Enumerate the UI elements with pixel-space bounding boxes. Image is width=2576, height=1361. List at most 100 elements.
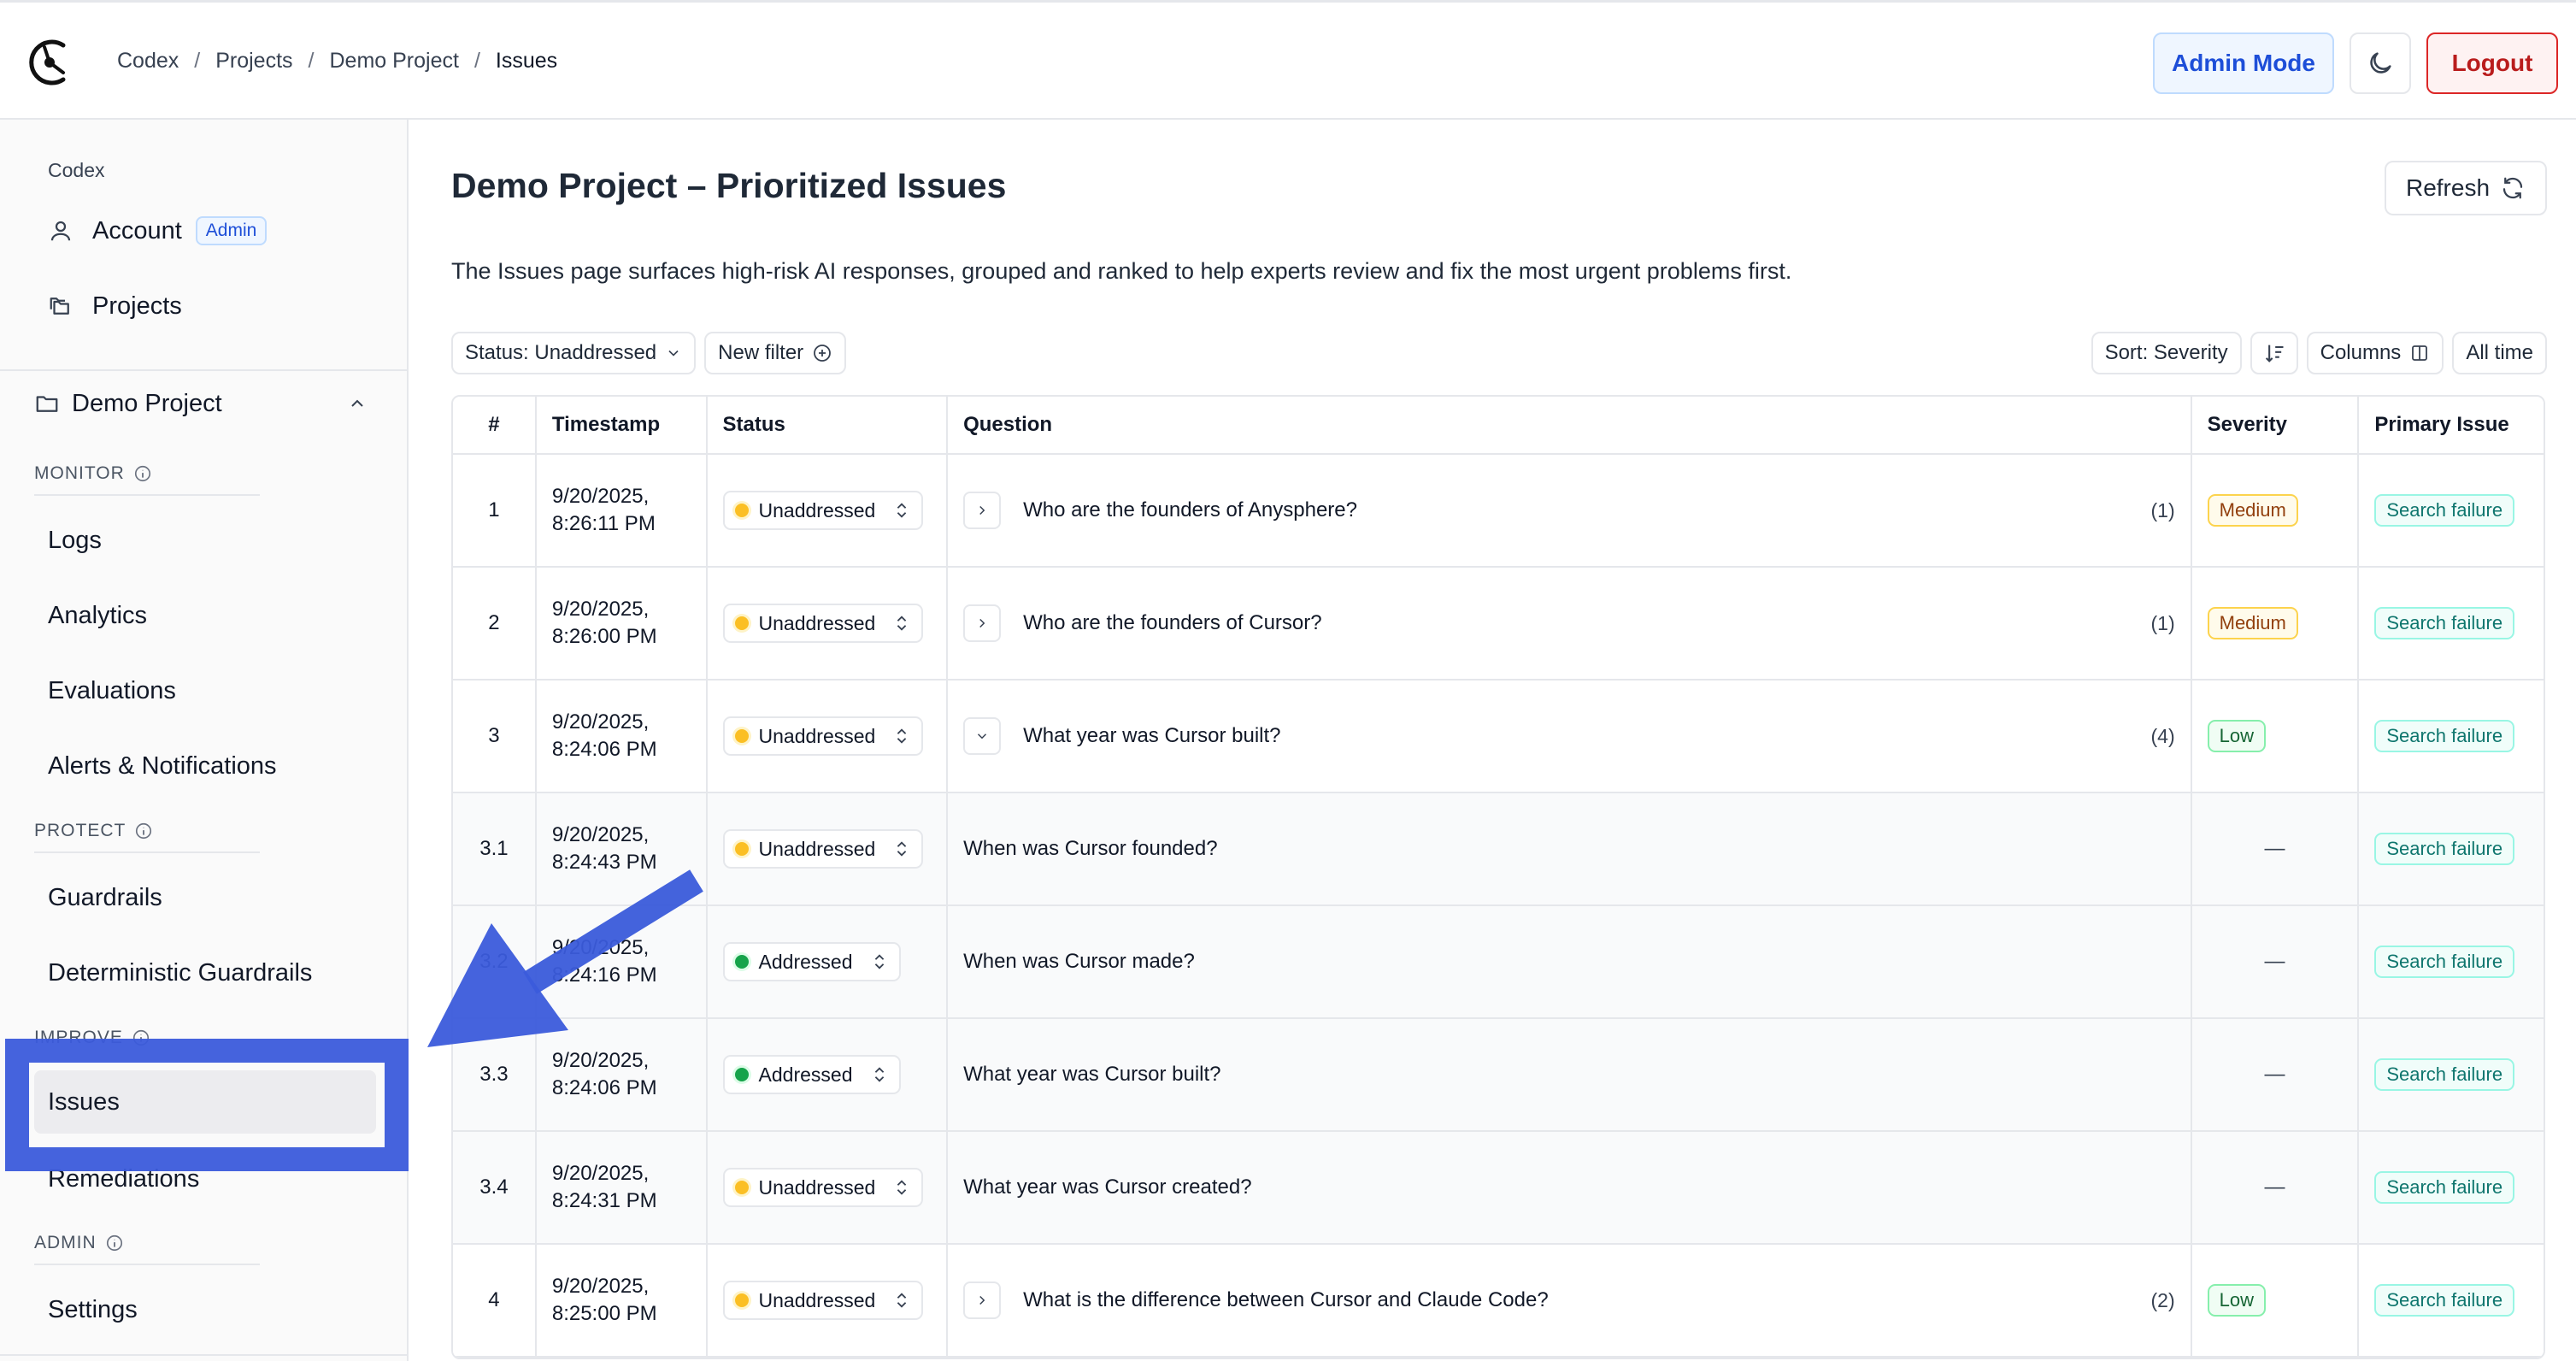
section-admin: ADMIN (34, 1233, 124, 1253)
main-content: Demo Project – Prioritized Issues Refres… (410, 120, 2576, 1361)
chevrons-up-down-icon (884, 501, 911, 520)
row-severity: — (2192, 906, 2360, 1017)
chevron-right-icon[interactable] (963, 492, 1002, 529)
column-header-number[interactable]: # (453, 397, 537, 453)
new-filter-button[interactable]: New filter (704, 332, 847, 374)
sidebar-item-evaluations[interactable]: Evaluations (34, 659, 376, 722)
sort-button[interactable]: Sort: Severity (2091, 332, 2242, 374)
sidebar-item-alerts[interactable]: Alerts & Notifications (34, 734, 376, 798)
sidebar: Codex Account Admin Projects Demo Projec… (0, 120, 409, 1361)
admin-mode-button[interactable]: Admin Mode (2153, 32, 2334, 94)
row-status: Addressed (708, 1019, 949, 1130)
status-dropdown[interactable]: Unaddressed (722, 829, 924, 869)
table-row[interactable]: 2 9/20/2025, 8:26:00 PM Unaddressed Who are … (453, 568, 2544, 680)
breadcrumb-projects[interactable]: Projects (215, 49, 292, 74)
codex-logo-icon[interactable] (26, 35, 74, 90)
time-range-button[interactable]: All time (2452, 332, 2547, 374)
chip-label: All time (2466, 341, 2533, 364)
status-dot-icon (734, 955, 749, 969)
status-dropdown[interactable]: Addressed (722, 942, 901, 981)
project-selector[interactable]: Demo Project (34, 378, 376, 429)
sidebar-item-settings[interactable]: Settings (34, 1278, 376, 1341)
primary-issue-badge: Search failure (2374, 1171, 2515, 1204)
sidebar-item-guardrails[interactable]: Guardrails (34, 866, 376, 929)
question-text: When was Cursor made? (963, 950, 1195, 973)
severity-badge: Medium (2207, 494, 2298, 527)
row-question: When was Cursor made? (948, 906, 2192, 1017)
status-dot-icon (734, 1293, 749, 1307)
chevrons-up-down-icon (884, 727, 911, 745)
sort-direction-button[interactable] (2250, 332, 2298, 374)
logout-button[interactable]: Logout (2426, 32, 2558, 94)
breadcrumb-separator: / (473, 49, 480, 73)
sidebar-item-analytics[interactable]: Analytics (34, 584, 376, 647)
chevron-down-icon[interactable] (963, 717, 1002, 755)
status-dot-icon (734, 1181, 749, 1194)
table-row[interactable]: 4 9/20/2025, 8:25:00 PM Unaddressed What is … (453, 1245, 2544, 1358)
chip-label: New filter (718, 341, 804, 364)
table-row[interactable]: 3.1 9/20/2025, 8:24:43 PM Unaddressed When w… (453, 793, 2544, 906)
row-primary-issue: Search failure (2359, 1132, 2544, 1243)
breadcrumb-codex[interactable]: Codex (117, 49, 179, 74)
status-dot-icon (734, 616, 749, 630)
highlight-arrow-icon (427, 869, 703, 1047)
status-dropdown[interactable]: Unaddressed (722, 716, 924, 756)
row-status: Unaddressed (708, 793, 949, 904)
chevron-right-icon[interactable] (963, 604, 1002, 642)
column-header-status[interactable]: Status (708, 397, 949, 453)
column-header-timestamp[interactable]: Timestamp (537, 397, 708, 453)
table-row[interactable]: 3 9/20/2025, 8:24:06 PM Unaddressed What yea… (453, 680, 2544, 793)
row-timestamp: 9/20/2025, 8:25:00 PM (537, 1245, 708, 1356)
timestamp-date: 9/20/2025, (551, 1162, 650, 1185)
status-filter-dropdown[interactable]: Status: Unaddressed (451, 332, 697, 374)
status-label: Unaddressed (758, 611, 876, 634)
row-primary-issue: Search failure (2359, 568, 2544, 679)
table-row[interactable]: 3.3 9/20/2025, 8:24:06 PM Addressed What yea… (453, 1019, 2544, 1132)
filter-bar: Status: Unaddressed New filter (451, 332, 847, 374)
status-dot-icon (734, 1068, 749, 1081)
info-icon[interactable] (133, 464, 152, 483)
chevron-up-icon[interactable] (347, 393, 368, 414)
row-severity: Low (2192, 1245, 2360, 1356)
sidebar-item-logs[interactable]: Logs (34, 509, 376, 572)
sidebar-divider (0, 369, 409, 371)
section-label: MONITOR (34, 463, 125, 483)
timestamp-date: 9/20/2025, (551, 1275, 650, 1298)
chip-label: Sort: Severity (2104, 341, 2228, 364)
table-row[interactable]: 3.4 9/20/2025, 8:24:31 PM Unaddressed What y… (453, 1132, 2544, 1245)
sidebar-item-projects[interactable]: Projects (34, 276, 376, 336)
sort-descending-icon (2265, 345, 2284, 362)
row-question: What year was Cursor created? (948, 1132, 2192, 1243)
status-dropdown[interactable]: Unaddressed (722, 491, 924, 530)
columns-button[interactable]: Columns (2306, 332, 2444, 374)
breadcrumb-demo-project[interactable]: Demo Project (329, 49, 458, 74)
breadcrumb-issues: Issues (495, 49, 558, 73)
table-row[interactable]: 3.29/20/2025,8:24:16 PMAddressedWhen was… (453, 906, 2544, 1019)
table-row[interactable]: 1 9/20/2025, 8:26:11 PM Unaddressed Who are … (453, 455, 2544, 568)
sidebar-item-account[interactable]: Account Admin (34, 201, 376, 261)
folders-icon (48, 293, 74, 319)
info-icon[interactable] (134, 822, 153, 840)
info-icon[interactable] (105, 1234, 124, 1252)
row-severity: Low (2192, 680, 2360, 792)
theme-toggle-button[interactable] (2350, 32, 2411, 94)
row-question: What year was Cursor built? (948, 1019, 2192, 1130)
primary-issue-badge: Search failure (2374, 1284, 2515, 1317)
section-divider (34, 494, 260, 496)
column-header-question[interactable]: Question (948, 397, 2192, 453)
status-dropdown[interactable]: Addressed (722, 1055, 901, 1094)
status-dropdown[interactable]: Unaddressed (722, 1281, 924, 1320)
refresh-button[interactable]: Refresh (2385, 161, 2547, 215)
column-header-primary-issue[interactable]: Primary Issue (2359, 397, 2544, 453)
status-dropdown[interactable]: Unaddressed (722, 1168, 924, 1207)
column-header-severity[interactable]: Severity (2192, 397, 2360, 453)
status-dropdown[interactable]: Unaddressed (722, 604, 924, 643)
sidebar-org-label: Codex (48, 159, 105, 181)
row-primary-issue: Search failure (2359, 1245, 2544, 1356)
severity-empty: — (2264, 837, 2285, 860)
project-name: Demo Project (72, 389, 222, 417)
chevron-right-icon[interactable] (963, 1281, 1002, 1319)
page-title: Demo Project – Prioritized Issues (451, 166, 1007, 205)
sidebar-item-deterministic-guardrails[interactable]: Deterministic Guardrails (34, 941, 376, 1005)
status-label: Unaddressed (758, 498, 876, 521)
